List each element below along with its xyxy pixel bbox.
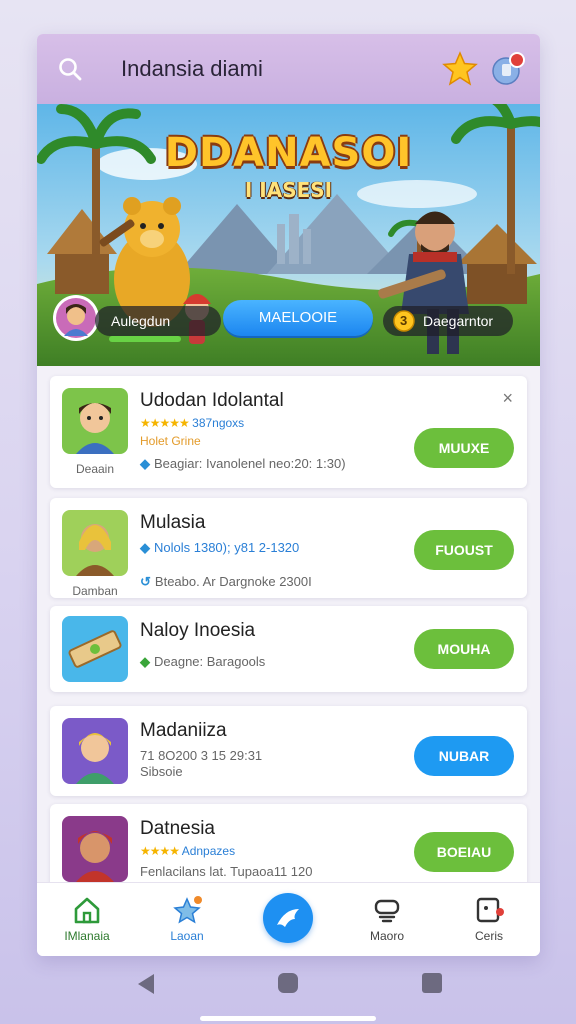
list-item[interactable]: Damban Mulasia ◆ Nolols 1380); y81 2-1320… <box>50 498 527 598</box>
play-button[interactable]: FUOUST <box>414 530 514 570</box>
game-title: Datnesia <box>140 818 215 839</box>
play-button[interactable]: BOEIAU <box>414 832 514 872</box>
play-button[interactable]: MUUXE <box>414 428 514 468</box>
game-meta: Fenlacilans lat. Tupaoa11 120 <box>140 864 313 879</box>
game-list: Deaain Udodan Idolantal ★★★★★ 387ngoxs H… <box>37 366 540 894</box>
app-title: Indansia diami <box>121 56 263 81</box>
game-title: Madaniiza <box>140 720 227 741</box>
home-indicator[interactable] <box>200 1016 376 1021</box>
game-thumbnail <box>62 816 128 882</box>
nav-label: Ceris <box>474 929 503 943</box>
home-icon <box>74 897 100 924</box>
recent-apps-icon[interactable] <box>422 973 442 993</box>
play-button[interactable]: MOUHA <box>414 629 514 669</box>
game-meta: Sibsoie <box>140 764 183 779</box>
list-item[interactable]: Deaain Udodan Idolantal ★★★★★ 387ngoxs H… <box>50 376 527 488</box>
thumbnail-caption: Damban <box>72 584 118 598</box>
game-info: ◆ Nolols 1380); y81 2-1320 <box>140 540 299 556</box>
hero-banner[interactable]: DDANASOI I IASESI Aulegdun MAELOOIE 3 Da… <box>37 104 540 366</box>
game-meta-text: Bteabo. Ar Dargnoke 2300I <box>154 574 312 589</box>
tag-icon: ◆ <box>140 456 150 471</box>
list-item[interactable]: Madaniiza 71 8O200 3 15 29:31 Sibsoie NU… <box>50 706 527 796</box>
back-icon[interactable] <box>136 972 156 996</box>
list-item[interactable]: Datnesia ★★★★ Adnpazes Fenlacilans lat. … <box>50 804 527 894</box>
badge-icon[interactable] <box>489 50 527 88</box>
controller-icon <box>374 899 400 923</box>
nav-item-laoan[interactable]: Laoan <box>147 895 227 943</box>
nav-item-maoro[interactable]: Maoro <box>347 895 427 943</box>
dice-icon <box>476 897 504 923</box>
coin-value: 3 <box>400 313 408 328</box>
nav-label: IMlanaia <box>64 929 110 943</box>
send-icon <box>277 909 299 927</box>
currency-label: Daegarntor <box>423 313 494 329</box>
game-meta: ◆ Deagne: Baragools <box>140 654 265 670</box>
game-title: Naloy Inoesia <box>140 620 256 641</box>
game-meta-text: Deagne: Baragools <box>154 654 266 669</box>
currency-pill[interactable]: 3 Daegarntor <box>383 306 513 336</box>
rating-text: Adnpazes <box>181 844 236 858</box>
star-icon[interactable] <box>441 50 479 88</box>
app-window: Indansia diami DDANASOI I IASESI Aulegdu… <box>37 34 540 956</box>
game-meta-text: Beagiar: Ivanolenel neo:20: 1:30) <box>154 456 346 471</box>
nav-item-home[interactable]: IMlanaia <box>47 895 127 943</box>
rating-stars-icon: ★★★★★ <box>140 416 190 430</box>
hero-title: DDANASOI <box>164 130 413 176</box>
play-button[interactable]: NUBAR <box>414 736 514 776</box>
close-icon[interactable]: × <box>502 388 513 409</box>
nav-label: Laoan <box>170 929 204 943</box>
game-meta: ↺ Bteabo. Ar Dargnoke 2300I <box>140 574 312 590</box>
home-button-icon[interactable] <box>278 973 298 993</box>
thumbnail-caption: Deaain <box>75 462 115 476</box>
hero-subtitle: I IASESI <box>244 178 333 202</box>
search-icon[interactable] <box>57 56 83 82</box>
game-info-text: Nolols 1380); y81 2-1320 <box>154 540 300 555</box>
player-avatar[interactable] <box>52 294 100 342</box>
game-rating: ★★★★ Adnpazes <box>140 844 235 858</box>
nav-item-ceris[interactable]: Ceris <box>449 895 529 943</box>
game-rating: ★★★★★ 387ngoxs <box>140 416 244 430</box>
nav-center-button[interactable] <box>263 893 313 943</box>
game-thumbnail <box>62 388 128 454</box>
top-bar: Indansia diami <box>37 34 540 104</box>
star-badge-icon <box>173 896 202 924</box>
tag-icon: ◆ <box>140 654 150 669</box>
game-thumbnail <box>62 510 128 576</box>
player-name: Aulegdun <box>111 313 171 329</box>
link-icon: ↺ <box>140 574 151 589</box>
game-title: Mulasia <box>140 512 206 533</box>
rating-stars-icon: ★★★★ <box>140 844 180 858</box>
hero-play-button[interactable]: MAELOOIE <box>223 300 373 336</box>
game-thumbnail <box>62 616 128 682</box>
list-item[interactable]: Naloy Inoesia ◆ Deagne: Baragools MOUHA <box>50 606 527 692</box>
info-icon: ◆ <box>140 540 150 555</box>
player-name-pill: Aulegdun <box>95 306 221 342</box>
bottom-nav: IMlanaia Laoan Maoro Ceris <box>37 882 540 956</box>
game-info: 71 8O200 3 15 29:31 <box>140 748 263 763</box>
game-title: Udodan Idolantal <box>140 390 284 411</box>
rating-text: 387ngoxs <box>192 416 245 430</box>
nav-label: Maoro <box>369 929 404 943</box>
game-tag: Holet Grine <box>140 434 201 448</box>
player-progress-bar <box>109 336 181 342</box>
game-thumbnail <box>62 718 128 784</box>
game-meta: ◆ Beagiar: Ivanolenel neo:20: 1:30) <box>140 456 346 472</box>
